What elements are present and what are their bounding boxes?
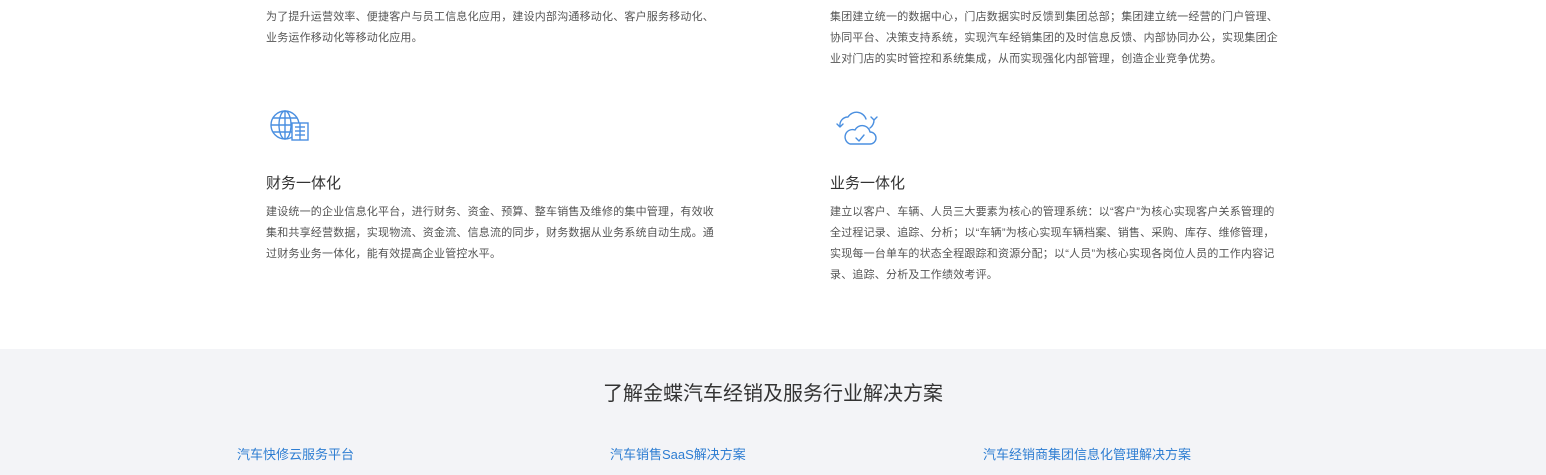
business-title: 业务一体化 — [830, 175, 906, 192]
desc-line: 建设统一的企业信息化平台，进行财务、资金、预算、整车销售及维修的集中管理，有效收 — [266, 206, 714, 218]
desc-line: 集和共享经营数据，实现物流、资金流、信息流的同步，财务数据从业务系统自动生成。通 — [266, 227, 714, 239]
desc-line: 集团建立统一的数据中心，门店数据实时反馈到集团总部；集团建立统一经营的门户管理、 — [830, 11, 1278, 23]
desc-line: 协同平台、决策支持系统，实现汽车经销集团的及时信息反馈、内部协同办公，实现集团企 — [830, 32, 1278, 44]
desc-line: 全过程记录、追踪、分析；以“车辆”为核心实现车辆档案、销售、采购、库存、维修管理… — [830, 227, 1275, 239]
desc-line: 业对门店的实时管控和系统集成，从而实现强化内部管理，创造企业竞争优势。 — [830, 53, 1222, 65]
group-feature-desc: 集团建立统一的数据中心，门店数据实时反馈到集团总部；集团建立统一经营的门户管理、… — [830, 7, 1300, 70]
desc-line: 实现每一台单车的状态全程跟踪和资源分配；以“人员”为核心实现各岗位人员的工作内容… — [830, 248, 1275, 260]
desc-line: 业务运作移动化等移动化应用。 — [266, 32, 423, 44]
finance-title: 财务一体化 — [266, 175, 342, 192]
link-car-sales-saas[interactable]: 汽车销售SaaS解决方案 — [610, 444, 746, 463]
desc-line: 为了提升运营效率、便捷客户与员工信息化应用，建设内部沟通移动化、客户服务移动化、 — [266, 11, 714, 23]
cloud-sync-icon — [834, 106, 878, 146]
solutions-heading: 了解金蝶汽车经销及服务行业解决方案 — [603, 383, 943, 405]
mobile-feature-desc: 为了提升运营效率、便捷客户与员工信息化应用，建设内部沟通移动化、客户服务移动化、… — [266, 7, 736, 49]
link-dealer-group-management[interactable]: 汽车经销商集团信息化管理解决方案 — [983, 444, 1191, 463]
link-quick-repair-cloud[interactable]: 汽车快修云服务平台 — [237, 444, 354, 463]
solutions-section: 了解金蝶汽车经销及服务行业解决方案 汽车快修云服务平台 汽车销售SaaS解决方案… — [0, 349, 1546, 475]
globe-building-icon — [268, 108, 312, 148]
finance-desc: 建设统一的企业信息化平台，进行财务、资金、预算、整车销售及维修的集中管理，有效收… — [266, 202, 736, 265]
desc-line: 录、追踪、分析及工作绩效考评。 — [830, 269, 998, 281]
desc-line: 过财务业务一体化，能有效提高企业管控水平。 — [266, 248, 502, 260]
desc-line: 建立以客户、车辆、人员三大要素为核心的管理系统：以“客户”为核心实现客户关系管理… — [830, 206, 1275, 218]
business-desc: 建立以客户、车辆、人员三大要素为核心的管理系统：以“客户”为核心实现客户关系管理… — [830, 202, 1300, 286]
